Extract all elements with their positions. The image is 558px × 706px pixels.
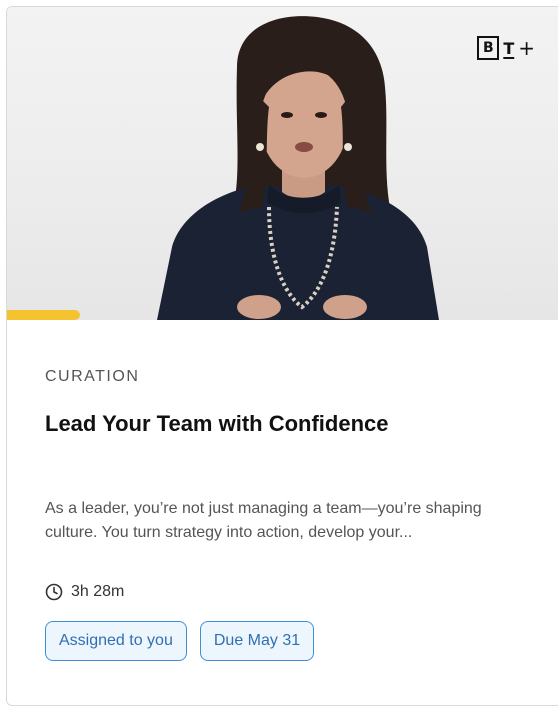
content-type-label: CURATION [45, 368, 140, 385]
clock-icon [45, 583, 63, 601]
course-title[interactable]: Lead Your Team with Confidence [45, 411, 389, 437]
assigned-badge: Assigned to you [45, 621, 187, 661]
presenter-photo [157, 16, 439, 320]
tag-list: Assigned to you Due May 31 [45, 621, 315, 661]
progress-bar [7, 310, 558, 320]
course-description: As a leader, you’re not just managing a … [45, 500, 482, 541]
course-thumbnail[interactable]: B T + [7, 7, 558, 320]
course-card[interactable]: B T + CURATION Lead Your Team with Confi… [6, 6, 558, 706]
progress-bar-fill [7, 310, 80, 320]
brand-logo-box: B [477, 36, 500, 60]
duration: 3h 28m [45, 583, 124, 601]
due-date-badge: Due May 31 [199, 621, 315, 661]
brand-logo: B T + [477, 36, 535, 60]
brand-logo-plus: + [518, 36, 535, 60]
duration-text: 3h 28m [71, 583, 125, 600]
brand-logo-letter: T [503, 38, 515, 58]
